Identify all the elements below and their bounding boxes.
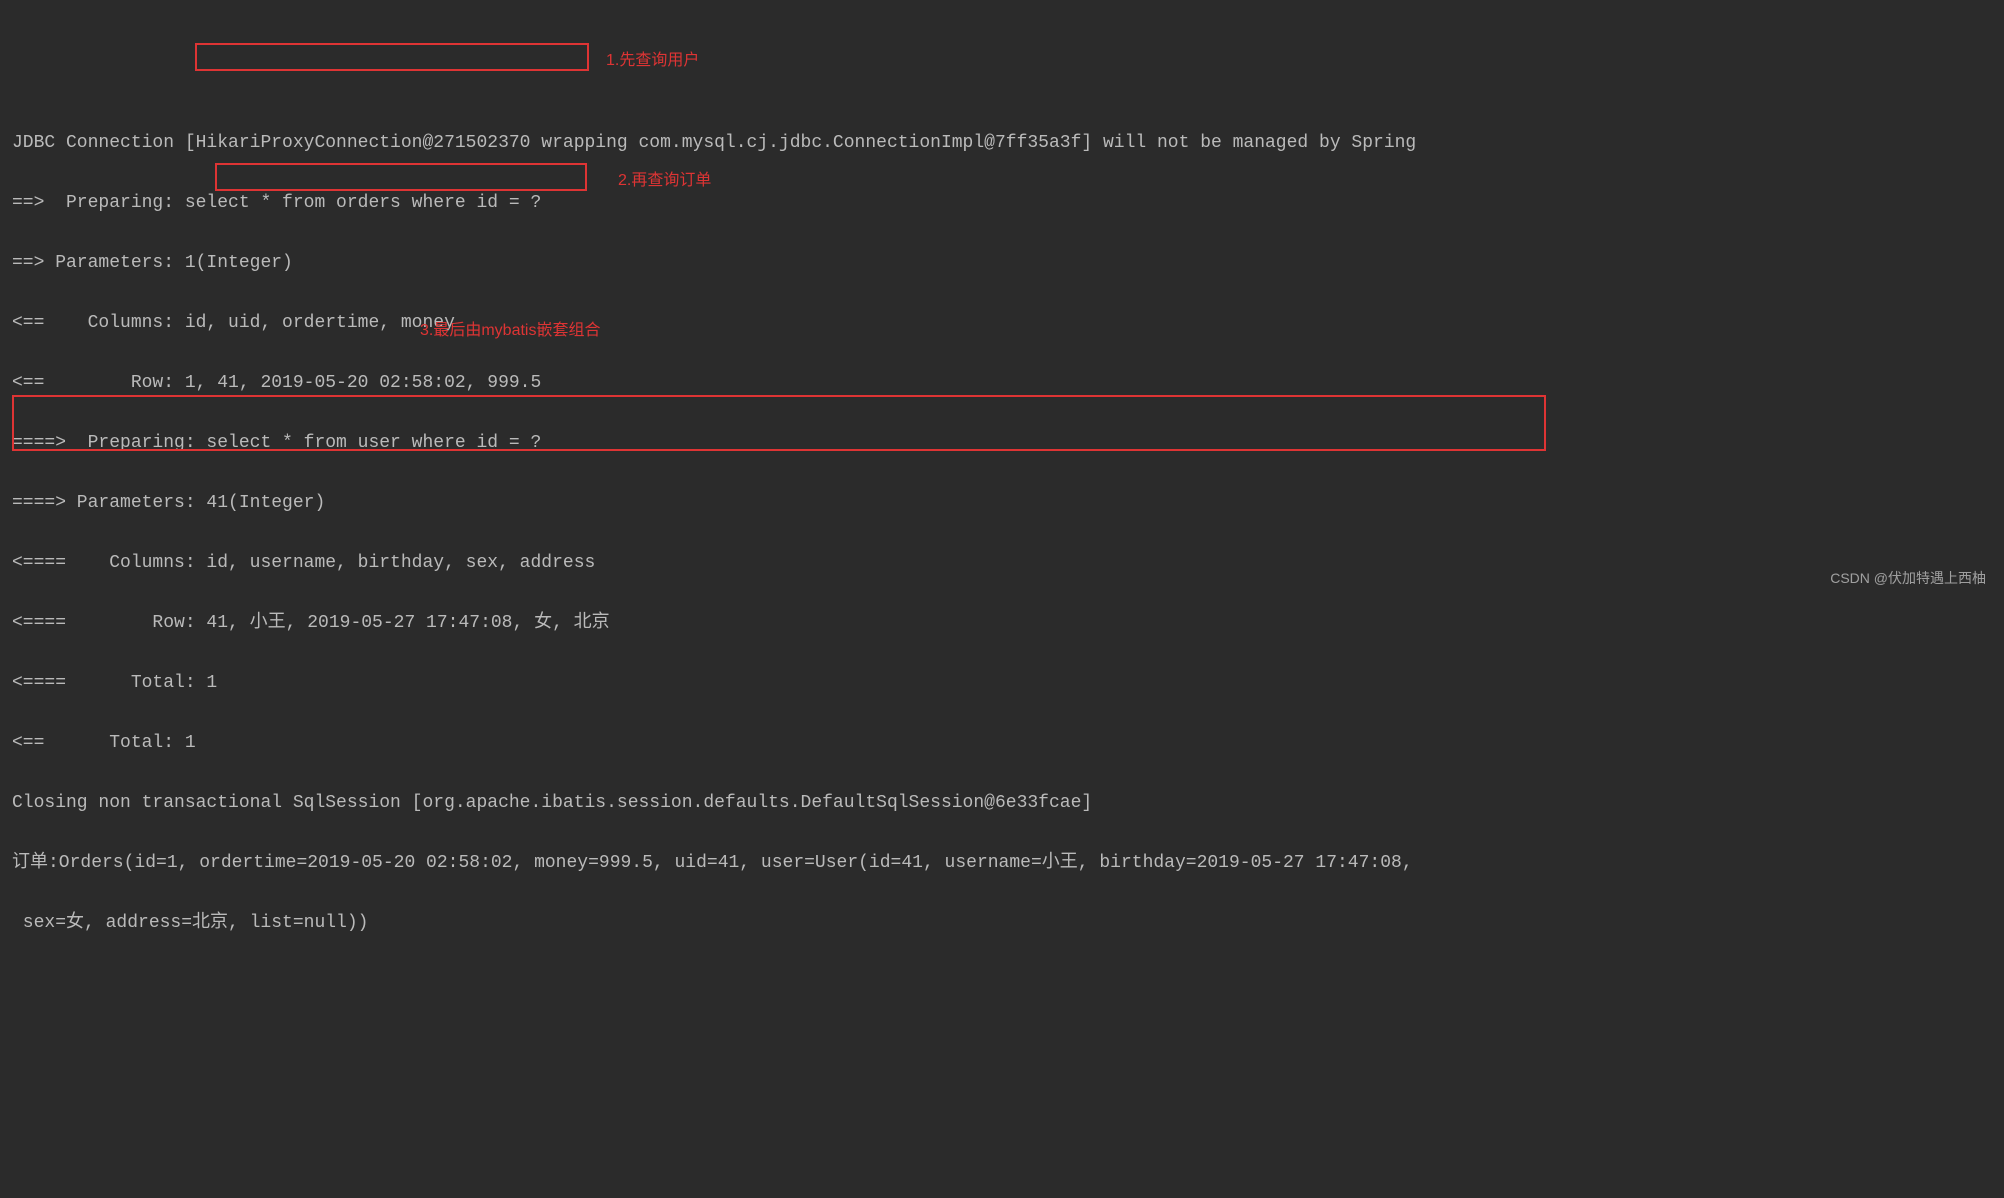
log-line: Closing non transactional SqlSession [or…: [12, 788, 1992, 818]
watermark: CSDN @伏加特遇上西柚: [1830, 563, 1986, 593]
annotation-2: 2.再查询订单: [618, 166, 711, 196]
log-line: ==> Preparing: select * from orders wher…: [12, 188, 1992, 218]
highlight-box-2: [215, 163, 587, 191]
log-line: <== Total: 1: [12, 728, 1992, 758]
log-line: ==> Parameters: 1(Integer): [12, 248, 1992, 278]
highlight-box-1: [195, 43, 589, 71]
log-line: sex=女, address=北京, list=null)): [12, 908, 1992, 938]
log-line: <== Columns: id, uid, ordertime, money: [12, 308, 1992, 338]
log-line: ====> Preparing: select * from user wher…: [12, 428, 1992, 458]
log-line: <==== Total: 1: [12, 668, 1992, 698]
log-line: JDBC Connection [HikariProxyConnection@2…: [12, 128, 1992, 158]
log-line: 订单:Orders(id=1, ordertime=2019-05-20 02:…: [12, 848, 1992, 878]
log-line: <==== Row: 41, 小王, 2019-05-27 17:47:08, …: [12, 608, 1992, 638]
log-line: ====> Parameters: 41(Integer): [12, 488, 1992, 518]
log-line: <==== Columns: id, username, birthday, s…: [12, 548, 1992, 578]
annotation-1: 1.先查询用户: [606, 46, 699, 76]
annotation-3: 3.最后由mybatis嵌套组合: [420, 316, 600, 346]
log-line: <== Row: 1, 41, 2019-05-20 02:58:02, 999…: [12, 368, 1992, 398]
